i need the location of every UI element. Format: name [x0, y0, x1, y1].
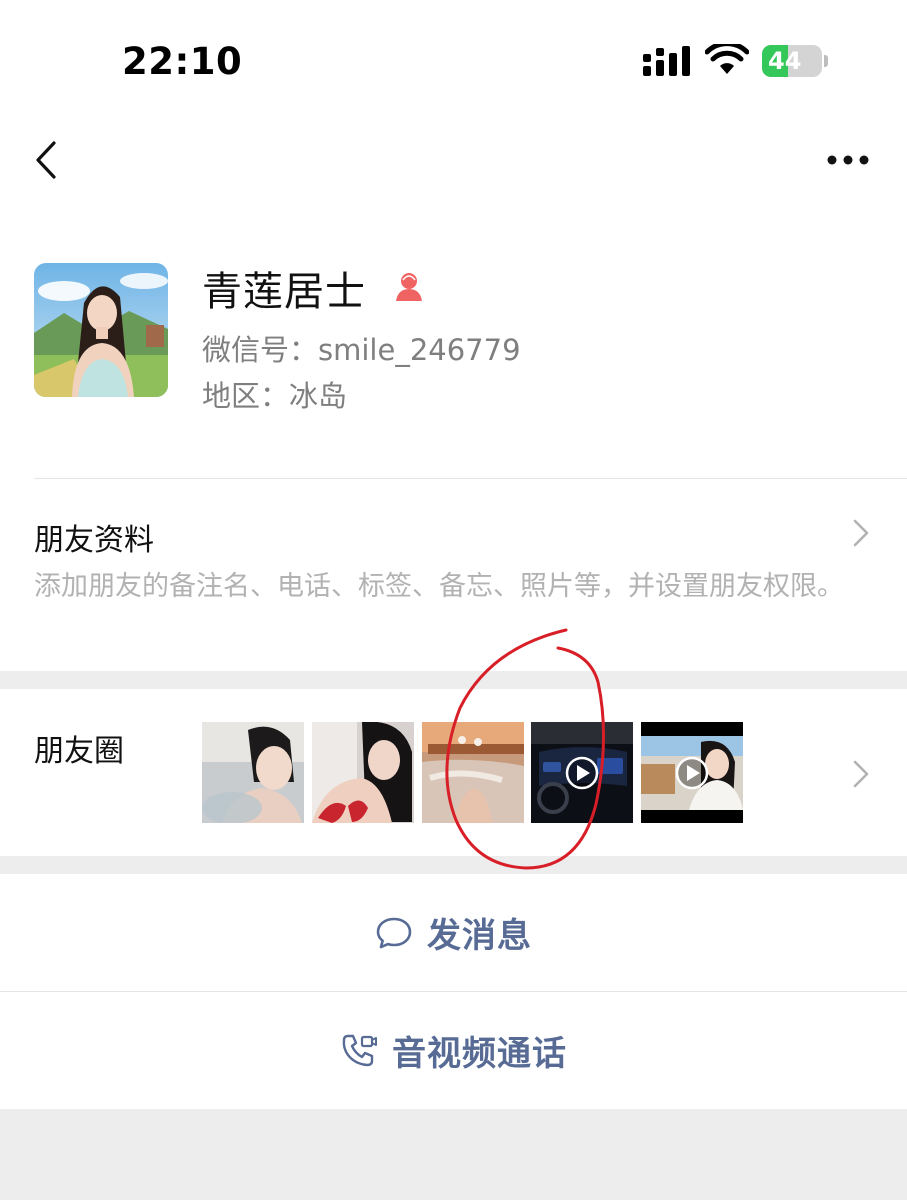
- nav-bar: [0, 115, 907, 215]
- chat-bubble-icon: [376, 917, 412, 948]
- battery-indicator: 44: [762, 45, 828, 77]
- more-horizontal-icon: [827, 155, 869, 165]
- phone-video-icon: [342, 1034, 377, 1066]
- send-message-button[interactable]: 发消息: [0, 874, 907, 991]
- status-time: 22:10: [122, 40, 243, 83]
- friend-info-description: 添加朋友的备注名、电话、标签、备忘、照片等，并设置朋友权限。: [34, 571, 844, 602]
- action-section: 发消息 音视频通话: [0, 874, 907, 1109]
- footer-background: [0, 1109, 907, 1200]
- battery-level-text: 44: [768, 47, 802, 75]
- moments-thumbnail[interactable]: [422, 722, 524, 823]
- friend-info-row[interactable]: 朋友资料 添加朋友的备注名、电话、标签、备忘、照片等，并设置朋友权限。: [0, 478, 907, 671]
- photo-thumbnail: [312, 722, 414, 823]
- chevron-left-icon: [36, 141, 56, 179]
- moments-row[interactable]: 朋友圈: [0, 689, 907, 856]
- video-thumbnail: [531, 722, 633, 823]
- contact-nickname: 青莲居士: [202, 269, 366, 315]
- wifi-icon: [705, 44, 749, 74]
- moments-thumbnail[interactable]: [531, 722, 633, 823]
- moments-thumbnail[interactable]: [312, 722, 414, 823]
- send-message-label: 发消息: [427, 916, 532, 956]
- chevron-right-icon: [853, 519, 869, 547]
- region: 地区：冰岛: [202, 379, 348, 413]
- moments-thumbnail[interactable]: [202, 722, 304, 823]
- female-icon: [396, 273, 422, 301]
- back-button[interactable]: [28, 137, 68, 183]
- friend-info-title: 朋友资料: [34, 523, 154, 558]
- divider: [34, 478, 907, 479]
- video-thumbnail: [641, 722, 743, 823]
- more-options-button[interactable]: [820, 143, 876, 177]
- moments-thumbnail[interactable]: [641, 722, 743, 823]
- contact-profile-page: 22:10 44 青莲居士 微信号：smile_246779 地区：冰岛 朋友资…: [0, 0, 907, 1200]
- photo-thumbnail: [422, 722, 524, 823]
- moments-title: 朋友圈: [34, 734, 124, 769]
- wechat-id: 微信号：smile_246779: [202, 333, 521, 367]
- photo-thumbnail: [202, 722, 304, 823]
- avatar[interactable]: [34, 263, 168, 397]
- video-call-button[interactable]: 音视频通话: [0, 992, 907, 1109]
- cellular-signal-icon: [643, 46, 690, 76]
- video-call-label: 音视频通话: [392, 1034, 567, 1074]
- chevron-right-icon: [853, 760, 869, 788]
- status-bar: 22:10 44: [0, 0, 907, 115]
- profile-header: 青莲居士 微信号：smile_246779 地区：冰岛: [0, 215, 907, 478]
